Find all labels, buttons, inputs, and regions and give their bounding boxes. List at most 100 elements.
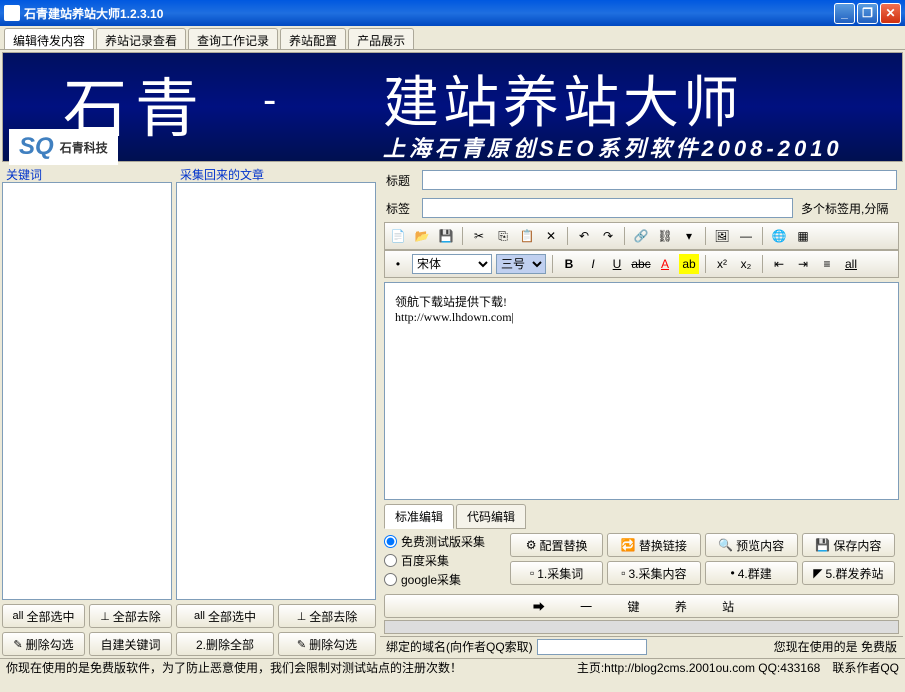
preview-button[interactable]: 🔍预览内容 xyxy=(705,533,798,557)
delete-icon[interactable]: ✕ xyxy=(541,226,561,246)
status-bar: 绑定的域名(向作者QQ索取) 您现在使用的是 免费版 xyxy=(380,636,903,656)
app-icon xyxy=(4,5,20,21)
all-icon[interactable]: all xyxy=(841,254,861,274)
strike-icon[interactable]: abc xyxy=(631,254,651,274)
remove-all-keywords-button[interactable]: ⊥全部去除 xyxy=(89,604,172,628)
save-icon: 💾 xyxy=(815,538,830,552)
delete-all-articles-button[interactable]: 2.删除全部 xyxy=(176,632,274,656)
remove-all-articles-button[interactable]: ⊥全部去除 xyxy=(278,604,376,628)
font-select[interactable]: 宋体 xyxy=(412,254,492,274)
tab-standard-edit[interactable]: 标准编辑 xyxy=(384,504,454,529)
editor-mode-tabs: 标准编辑 代码编辑 xyxy=(384,504,899,529)
delete-checked-keywords-button[interactable]: ✎删除勾选 xyxy=(2,632,85,656)
title-input[interactable] xyxy=(422,170,897,190)
content-editor[interactable]: 领航下载站提供下载! http://www.lhdown.com| xyxy=(384,282,899,500)
link-icon[interactable]: 🔗 xyxy=(631,226,651,246)
group-button[interactable]: •4.群建 xyxy=(705,561,798,585)
tag-hint: 多个标签用,分隔 xyxy=(801,200,897,217)
select-all-articles-button[interactable]: all全部选中 xyxy=(176,604,274,628)
clear-icon: ⊥ xyxy=(297,610,307,623)
indent-icon[interactable]: ⇥ xyxy=(793,254,813,274)
articles-list[interactable] xyxy=(176,182,376,600)
all-icon: all xyxy=(12,610,23,622)
step5-icon: ◤ xyxy=(813,566,822,580)
collect-content-button[interactable]: ▫3.采集内容 xyxy=(607,561,700,585)
articles-label: 采集回来的文章 xyxy=(176,166,376,182)
one-key-button[interactable]: ➡ 一 键 养 站 xyxy=(384,594,899,618)
tab-code-edit[interactable]: 代码编辑 xyxy=(456,504,526,529)
tab-record-view[interactable]: 养站记录查看 xyxy=(96,28,186,49)
close-button[interactable]: ✕ xyxy=(880,3,901,24)
fontcolor-icon[interactable]: A xyxy=(655,254,675,274)
table-icon[interactable]: ▦ xyxy=(793,226,813,246)
step4-icon: • xyxy=(731,566,735,580)
bold-icon[interactable]: B xyxy=(559,254,579,274)
bullet-icon[interactable]: • xyxy=(388,254,408,274)
outdent-icon[interactable]: ⇤ xyxy=(769,254,789,274)
replace-icon: 🔁 xyxy=(621,538,636,552)
hr-icon[interactable]: ― xyxy=(736,226,756,246)
config-replace-button[interactable]: ⚙配置替换 xyxy=(510,533,603,557)
collect-source-radios: 免费测试版采集 百度采集 google采集 xyxy=(384,533,504,588)
clear-icon: ⊥ xyxy=(100,610,110,623)
cut-icon[interactable]: ✂ xyxy=(469,226,489,246)
tab-config[interactable]: 养站配置 xyxy=(280,28,346,49)
maximize-button[interactable]: ❐ xyxy=(857,3,878,24)
logo-sq: SQ xyxy=(19,133,54,161)
replace-link-button[interactable]: 🔁替换链接 xyxy=(607,533,700,557)
keyword-list[interactable] xyxy=(2,182,172,600)
radio-baidu[interactable]: 百度采集 xyxy=(384,552,504,569)
tab-query-log[interactable]: 查询工作记录 xyxy=(188,28,278,49)
radio-free-test[interactable]: 免费测试版采集 xyxy=(384,533,504,550)
save-content-button[interactable]: 💾保存内容 xyxy=(802,533,895,557)
unlink-icon[interactable]: ⛓ xyxy=(655,226,675,246)
window-titlebar: 石青建站养站大师1.2.3.10 _ ❐ ✕ xyxy=(0,0,905,26)
tab-edit-content[interactable]: 编辑待发内容 xyxy=(4,28,94,49)
title-label: 标题 xyxy=(386,172,414,189)
banner-subtitle: 上海石青原创SEO系列软件2008-2010 xyxy=(383,131,843,163)
group-send-button[interactable]: ◤5.群发养站 xyxy=(802,561,895,585)
domain-label: 绑定的域名(向作者QQ索取) xyxy=(386,638,533,655)
main-tabbar: 编辑待发内容 养站记录查看 查询工作记录 养站配置 产品展示 xyxy=(0,26,905,50)
subscript-icon[interactable]: x₂ xyxy=(736,254,756,274)
contact-author-link[interactable]: 联系作者QQ xyxy=(832,659,899,676)
image-icon[interactable]: 🖼 xyxy=(712,226,732,246)
dropdown-icon[interactable]: ▾ xyxy=(679,226,699,246)
superscript-icon[interactable]: x² xyxy=(712,254,732,274)
select-all-keywords-button[interactable]: all全部选中 xyxy=(2,604,85,628)
banner: 石青 - 建站养站大师 上海石青原创SEO系列软件2008-2010 SQ 石青… xyxy=(2,52,903,162)
radio-google[interactable]: google采集 xyxy=(384,571,504,588)
undo-icon[interactable]: ↶ xyxy=(574,226,594,246)
search-icon: 🔍 xyxy=(718,538,733,552)
domain-input[interactable] xyxy=(537,639,647,655)
new-icon[interactable]: 📄 xyxy=(388,226,408,246)
banner-logo: SQ 石青科技 xyxy=(9,129,118,165)
tag-input[interactable] xyxy=(422,198,793,218)
footer-homepage: 主页:http://blog2cms.2001ou.com QQ:433168 xyxy=(577,659,820,676)
redo-icon[interactable]: ↷ xyxy=(598,226,618,246)
underline-icon[interactable]: U xyxy=(607,254,627,274)
editor-toolbar-1: 📄 📂 💾 ✂ ⎘ 📋 ✕ ↶ ↷ 🔗 ⛓ ▾ 🖼 ― 🌐 ▦ xyxy=(384,222,899,250)
tab-products[interactable]: 产品展示 xyxy=(348,28,414,49)
self-keyword-button[interactable]: 自建关键词 xyxy=(89,632,172,656)
all-icon: all xyxy=(194,610,205,622)
pencil-icon: ✎ xyxy=(297,638,306,651)
paste-icon[interactable]: 📋 xyxy=(517,226,537,246)
delete-checked-articles-button[interactable]: ✎删除勾选 xyxy=(278,632,376,656)
align-icon[interactable]: ≡ xyxy=(817,254,837,274)
logo-text: 石青科技 xyxy=(60,139,108,156)
copy-icon[interactable]: ⎘ xyxy=(493,226,513,246)
horizontal-scrollbar[interactable] xyxy=(384,620,899,634)
save-icon[interactable]: 💾 xyxy=(436,226,456,246)
collect-word-button[interactable]: ▫1.采集词 xyxy=(510,561,603,585)
pencil-icon: ✎ xyxy=(13,638,22,651)
editor-toolbar-2: • 宋体 三号 B I U abc A ab x² x₂ ⇤ ⇥ ≡ all xyxy=(384,250,899,278)
size-select[interactable]: 三号 xyxy=(496,254,546,274)
open-icon[interactable]: 📂 xyxy=(412,226,432,246)
italic-icon[interactable]: I xyxy=(583,254,603,274)
window-title: 石青建站养站大师1.2.3.10 xyxy=(24,5,832,22)
footer-warning: 你现在使用的是免费版软件，为了防止恶意使用，我们会限制对测试站点的注册次数！ xyxy=(6,659,462,676)
highlight-icon[interactable]: ab xyxy=(679,254,699,274)
minimize-button[interactable]: _ xyxy=(834,3,855,24)
chain-icon[interactable]: 🌐 xyxy=(769,226,789,246)
